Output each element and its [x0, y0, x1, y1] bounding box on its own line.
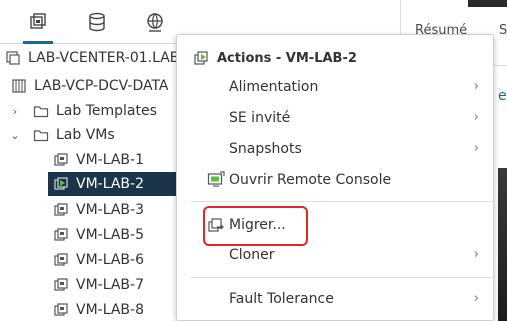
tree-item-label: VM-LAB-7	[76, 277, 144, 293]
menu-item-label: Fault Tolerance	[229, 291, 334, 307]
menu-item-remote-console[interactable]: Ouvrir Remote Console	[177, 166, 493, 194]
menu-item-power[interactable]: Alimentation ›	[177, 73, 493, 101]
menu-item-label: Snapshots	[229, 141, 302, 157]
datacenter-icon	[10, 77, 28, 95]
menu-item-label: Ouvrir Remote Console	[229, 172, 392, 188]
tree-item-label: VM-LAB-3	[76, 202, 144, 218]
summary-link-fragment[interactable]: e	[498, 88, 507, 104]
chevron-right-icon: ›	[473, 247, 479, 262]
tree-item-label: LAB-VCP-DCV-DATA	[34, 78, 169, 94]
vm-actions-context-menu: Actions - VM-LAB-2 Alimentation › SE inv…	[176, 34, 494, 321]
menu-header: Actions - VM-LAB-2	[193, 49, 357, 67]
vm-running-icon	[193, 49, 211, 67]
tree-item-label: VM-LAB-8	[76, 302, 144, 318]
vm-icon	[52, 301, 70, 319]
menu-item-label: Alimentation	[229, 79, 319, 95]
menu-item-label: Cloner	[229, 247, 275, 263]
menu-title: Actions - VM-LAB-2	[217, 50, 357, 66]
tree-item-label: VM-LAB-5	[76, 227, 144, 243]
menu-item-clone[interactable]: Cloner ›	[177, 241, 493, 269]
folder-icon	[32, 126, 50, 144]
migrate-highlight-box	[203, 206, 308, 246]
vm-icon	[52, 151, 70, 169]
chevron-down-icon[interactable]: ⌄	[8, 129, 22, 142]
menu-divider	[191, 201, 493, 202]
vm-running-icon	[52, 175, 70, 193]
vcenter-icon	[4, 49, 22, 67]
tree-item-label: VM-LAB-1	[76, 152, 144, 168]
tree-item-label: Lab VMs	[56, 127, 115, 143]
menu-divider	[191, 277, 493, 278]
menu-item-snapshots[interactable]: Snapshots ›	[177, 135, 493, 163]
chevron-right-icon: ›	[473, 79, 479, 94]
folder-icon	[32, 102, 50, 120]
vm-icon	[52, 276, 70, 294]
console-thumbnail[interactable]	[498, 168, 507, 321]
tree-item-label: VM-LAB-6	[76, 252, 144, 268]
hosts-clusters-icon[interactable]	[23, 8, 53, 44]
tree-item-label: Lab Templates	[56, 103, 157, 119]
remote-console-icon	[207, 171, 225, 189]
chevron-right-icon: ›	[473, 291, 479, 306]
chevron-right-icon: ›	[473, 110, 479, 125]
chevron-right-icon: ›	[473, 141, 479, 156]
vm-icon	[52, 251, 70, 269]
chevron-right-icon[interactable]: ›	[8, 105, 22, 118]
network-icon[interactable]	[140, 8, 170, 36]
tree-item-label: VM-LAB-2	[76, 176, 144, 192]
tab-next[interactable]: S	[499, 23, 507, 38]
menu-item-fault-tolerance[interactable]: Fault Tolerance ›	[177, 285, 493, 313]
header-strip	[468, 0, 507, 7]
vm-icon	[52, 201, 70, 219]
menu-item-guest-os[interactable]: SE invité ›	[177, 104, 493, 132]
tree-item-label: LAB-VCENTER-01.LAB.L	[28, 50, 192, 66]
storage-icon[interactable]	[82, 8, 112, 36]
vm-icon	[52, 226, 70, 244]
menu-item-label: SE invité	[229, 110, 291, 126]
